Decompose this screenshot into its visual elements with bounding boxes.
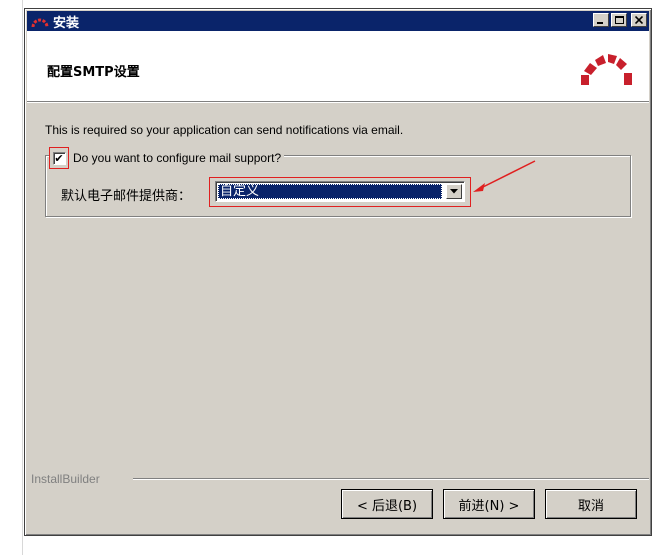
header-divider <box>27 102 649 103</box>
chevron-down-icon <box>450 189 458 194</box>
description-text: This is required so your application can… <box>45 123 404 137</box>
title-bar[interactable]: 安装 <box>27 11 649 31</box>
mail-support-checkbox[interactable]: ✔ <box>52 151 66 165</box>
background-strip <box>0 0 23 555</box>
dropdown-button[interactable] <box>446 184 462 199</box>
page-title: 配置SMTP设置 <box>47 65 140 80</box>
checkbox-annotation: ✔ <box>49 147 69 169</box>
footer-divider <box>133 478 649 479</box>
bitnami-arc-icon <box>31 14 49 28</box>
window-title: 安装 <box>53 15 80 31</box>
close-button[interactable] <box>631 13 647 27</box>
bitnami-logo-icon <box>577 45 637 89</box>
annotation-arrow-icon <box>473 160 536 192</box>
screenshot-frame: 安装 配置SMTP设置 This is required so your app… <box>0 0 658 555</box>
cancel-button[interactable]: 取消 <box>545 489 637 519</box>
back-button[interactable]: < 后退(B) <box>341 489 433 519</box>
window-controls <box>593 13 647 27</box>
minimize-button[interactable] <box>593 13 609 27</box>
page-header: 配置SMTP设置 <box>27 31 649 102</box>
provider-select[interactable]: 自定义 <box>215 181 465 202</box>
installer-window: 安装 配置SMTP设置 This is required so your app… <box>24 8 652 536</box>
checkmark-icon: ✔ <box>54 151 64 165</box>
maximize-icon <box>614 16 624 24</box>
maximize-button[interactable] <box>611 13 627 27</box>
close-icon <box>635 16 643 24</box>
provider-label: 默认电子邮件提供商： <box>61 189 192 204</box>
mail-support-option[interactable]: ✔ Do you want to configure mail support? <box>49 147 285 169</box>
installbuilder-brand: InstallBuilder <box>31 472 100 486</box>
mail-support-label[interactable]: Do you want to configure mail support? <box>73 151 281 165</box>
provider-select-value[interactable]: 自定义 <box>218 184 442 199</box>
next-button[interactable]: 前进(N) > <box>443 489 535 519</box>
minimize-icon <box>597 22 603 24</box>
